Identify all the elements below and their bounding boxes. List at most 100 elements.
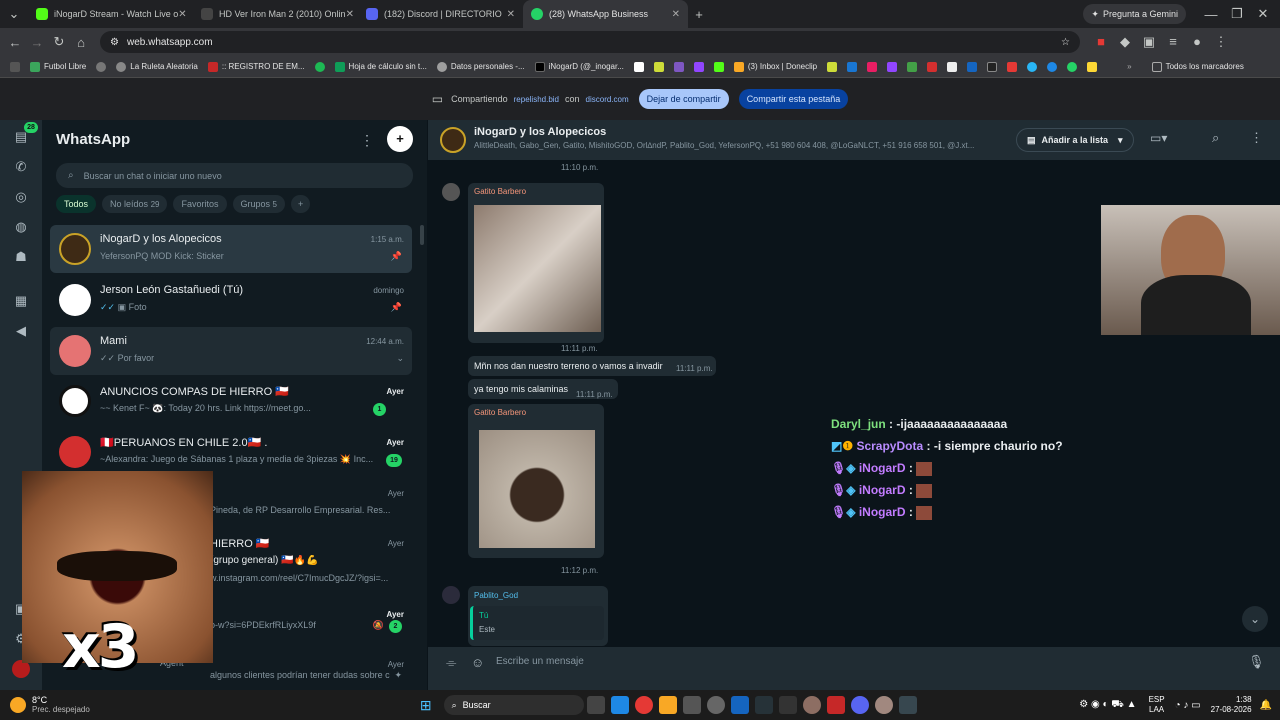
kick-icon[interactable]: [713, 61, 724, 72]
chat-item[interactable]: ANUNCIOS COMPAS DE HIERRO 🇨🇱 ~~ Kenet F~…: [50, 377, 412, 425]
photo-towel[interactable]: [474, 205, 601, 332]
tray-icons[interactable]: ⚙ ◉ ◐ ⛟ ▲: [1079, 699, 1136, 712]
bookmark-icon[interactable]: [673, 61, 684, 72]
tab-ironman[interactable]: HD Ver Iron Man 2 (2010) Onlin ✕: [193, 0, 358, 28]
bookmark-icon[interactable]: [1027, 61, 1038, 72]
app-icon[interactable]: [730, 696, 749, 714]
language-indicator[interactable]: ESP LAA: [1149, 695, 1165, 715]
edge-icon[interactable]: [610, 696, 629, 714]
tab-search-icon[interactable]: ⌄: [0, 6, 28, 22]
close-icon[interactable]: ✕: [507, 9, 515, 20]
bookmark-icon[interactable]: [1047, 61, 1058, 72]
bookmark-item[interactable]: La Ruleta Aleatoria: [116, 61, 198, 72]
close-icon[interactable]: ✕: [672, 9, 680, 20]
search-input[interactable]: ⌕ Buscar un chat o iniciar uno nuevo: [56, 163, 413, 188]
bookmark-icon[interactable]: [1007, 61, 1018, 72]
address-bar[interactable]: ⚙ web.whatsapp.com ☆: [100, 31, 1080, 53]
filter-groups[interactable]: Grupos 5: [232, 195, 285, 213]
bookmark-item[interactable]: Datos personales -...: [436, 61, 525, 72]
app-icon[interactable]: [778, 696, 797, 714]
bookmark-icon[interactable]: [653, 61, 664, 72]
attach-icon[interactable]: ⌯: [446, 655, 456, 671]
bookmark-item[interactable]: iNogarD (@_inogar...: [534, 61, 624, 72]
emoji-icon[interactable]: ☺: [471, 655, 484, 670]
bookmark-icon[interactable]: [907, 61, 918, 72]
bookmark-item[interactable]: :: REGISTRO DE EM...: [207, 61, 305, 72]
network-volume-icons[interactable]: ◔ ♪ ▭: [1175, 700, 1201, 711]
scrollbar[interactable]: [420, 225, 424, 245]
menu-icon[interactable]: ⋮: [1250, 130, 1263, 146]
bookmark-icon[interactable]: [927, 61, 938, 72]
menu-icon[interactable]: ⋮: [1214, 34, 1228, 50]
bookmark-icon[interactable]: [847, 61, 858, 72]
text-message[interactable]: ya tengo mis calaminas 11:11 p.m.: [468, 379, 618, 399]
start-icon[interactable]: ⊞: [420, 697, 432, 714]
catalog-icon[interactable]: ▦: [12, 292, 30, 310]
steam-icon[interactable]: [754, 696, 773, 714]
bookmark-icon[interactable]: [887, 61, 898, 72]
whatsapp-icon[interactable]: [1067, 61, 1078, 72]
scroll-down-button[interactable]: ⌄: [1242, 606, 1268, 632]
bookmark-icon[interactable]: [867, 61, 878, 72]
bookmark-item[interactable]: (3) Inbox | Doneclip: [733, 61, 817, 72]
adblock-icon[interactable]: ■: [1094, 34, 1108, 50]
apps-grid-icon[interactable]: [10, 61, 20, 72]
minimize-icon[interactable]: —: [1200, 7, 1222, 22]
channels-icon[interactable]: ◍: [12, 218, 30, 236]
extensions-puzzle-icon[interactable]: ▣: [1142, 34, 1156, 50]
group-avatar[interactable]: [440, 127, 466, 153]
weather-icon[interactable]: [10, 697, 26, 713]
explorer-icon[interactable]: [658, 696, 677, 714]
tab-kick[interactable]: iNogarD Stream - Watch Live o ✕: [28, 0, 193, 28]
chat-item[interactable]: Jerson León Gastañuedi (Tú) ✓✓ ▣ Foto do…: [50, 276, 412, 324]
task-view-icon[interactable]: [586, 696, 605, 714]
bookmark-icon[interactable]: [947, 61, 958, 72]
tab-whatsapp[interactable]: (28) WhatsApp Business ✕: [523, 0, 688, 28]
quoted-message[interactable]: Tú Este: [470, 606, 604, 640]
conversation-title[interactable]: iNogarD y los Alopecicos: [474, 126, 606, 138]
restore-icon[interactable]: ❐: [1226, 6, 1248, 22]
spotify-icon[interactable]: [314, 61, 325, 72]
add-to-list-button[interactable]: ▤ Añadir a la lista ▾: [1016, 128, 1134, 152]
taskbar-search[interactable]: ⌕ Buscar: [443, 695, 584, 715]
filter-unread[interactable]: No leídos 29: [102, 195, 168, 213]
chat-item[interactable]: 🇵🇪PERUANOS EN CHILE 2.0🇨🇱 . ~Alexandra: …: [50, 428, 412, 476]
bookmark-icon[interactable]: [967, 61, 978, 72]
marketing-icon[interactable]: ◀: [12, 322, 30, 340]
close-icon[interactable]: ✕: [178, 9, 186, 20]
back-icon[interactable]: ←: [4, 35, 26, 50]
app-icon[interactable]: [826, 696, 845, 714]
bookmarks-folder[interactable]: Todos los marcadores: [1151, 61, 1244, 72]
home-icon[interactable]: ⌂: [70, 35, 92, 50]
photo-dog[interactable]: [479, 430, 595, 548]
app-icon[interactable]: [874, 696, 893, 714]
new-tab-button[interactable]: +: [688, 7, 710, 22]
video-call-icon[interactable]: ▭▾: [1150, 131, 1167, 145]
chrome-icon[interactable]: [634, 696, 653, 714]
forward-icon[interactable]: →: [26, 35, 48, 50]
tab-discord[interactable]: (182) Discord | DIRECTORIO ✕: [358, 0, 523, 28]
obs-icon[interactable]: [706, 696, 725, 714]
weather-widget[interactable]: 8°C Prec. despejado: [32, 695, 90, 715]
reload-icon[interactable]: ↻: [48, 34, 70, 50]
new-chat-button[interactable]: +: [387, 126, 413, 152]
share-this-tab-button[interactable]: Compartir esta pestaña: [738, 89, 849, 109]
microphone-icon[interactable]: 🎙: [1248, 654, 1265, 670]
reading-list-icon[interactable]: ≡: [1166, 34, 1180, 50]
app-icon[interactable]: [802, 696, 821, 714]
notifications-icon[interactable]: 🔔: [1260, 700, 1272, 711]
gemini-button[interactable]: ✦ Pregunta a Gemini: [1083, 4, 1186, 24]
more-bookmarks-icon[interactable]: »: [1127, 62, 1131, 71]
bookmark-icon[interactable]: [96, 61, 107, 72]
extension-icon[interactable]: ◆: [1118, 34, 1132, 50]
text-message[interactable]: Mñn nos dan nuestro terreno o vamos a in…: [468, 356, 716, 376]
chat-item[interactable]: Mami ✓✓ Por favor 12:44 a.m. ⌄: [50, 327, 412, 375]
bookmark-icon[interactable]: [827, 61, 838, 72]
search-icon[interactable]: ⌕: [1212, 130, 1219, 146]
image-message[interactable]: Gatito Barbero: [468, 183, 604, 343]
app-icon[interactable]: [898, 696, 917, 714]
reply-message[interactable]: Pablito_God Tú Este: [468, 586, 608, 646]
bookmark-star-icon[interactable]: ☆: [1061, 37, 1070, 48]
filter-favorites[interactable]: Favoritos: [173, 195, 227, 213]
add-filter-button[interactable]: +: [290, 195, 311, 213]
